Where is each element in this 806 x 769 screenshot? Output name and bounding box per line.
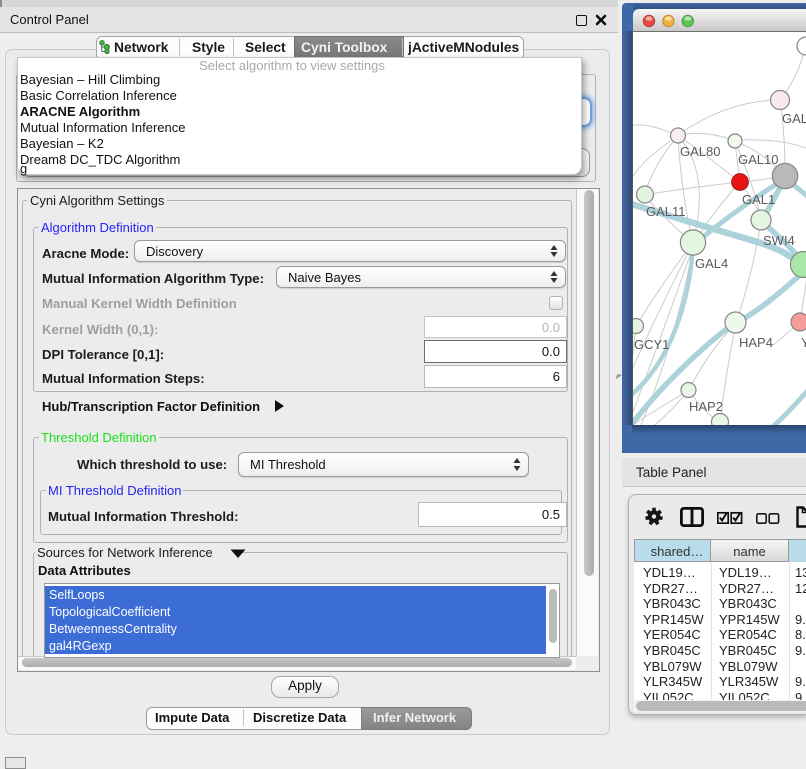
svg-text:GAL80: GAL80 [680, 144, 720, 159]
svg-text:HAP4: HAP4 [739, 335, 773, 350]
svg-text:Y: Y [801, 335, 806, 350]
svg-text:SWI4: SWI4 [763, 233, 795, 248]
svg-text:GAL10: GAL10 [738, 152, 778, 167]
svg-text:GAL4: GAL4 [695, 256, 728, 271]
svg-text:GAL7: GAL7 [782, 111, 806, 126]
svg-text:GAL11: GAL11 [646, 204, 686, 219]
svg-text:HAP2: HAP2 [689, 399, 723, 414]
svg-text:GCY1: GCY1 [634, 337, 669, 352]
svg-text:GAL1: GAL1 [742, 192, 775, 207]
